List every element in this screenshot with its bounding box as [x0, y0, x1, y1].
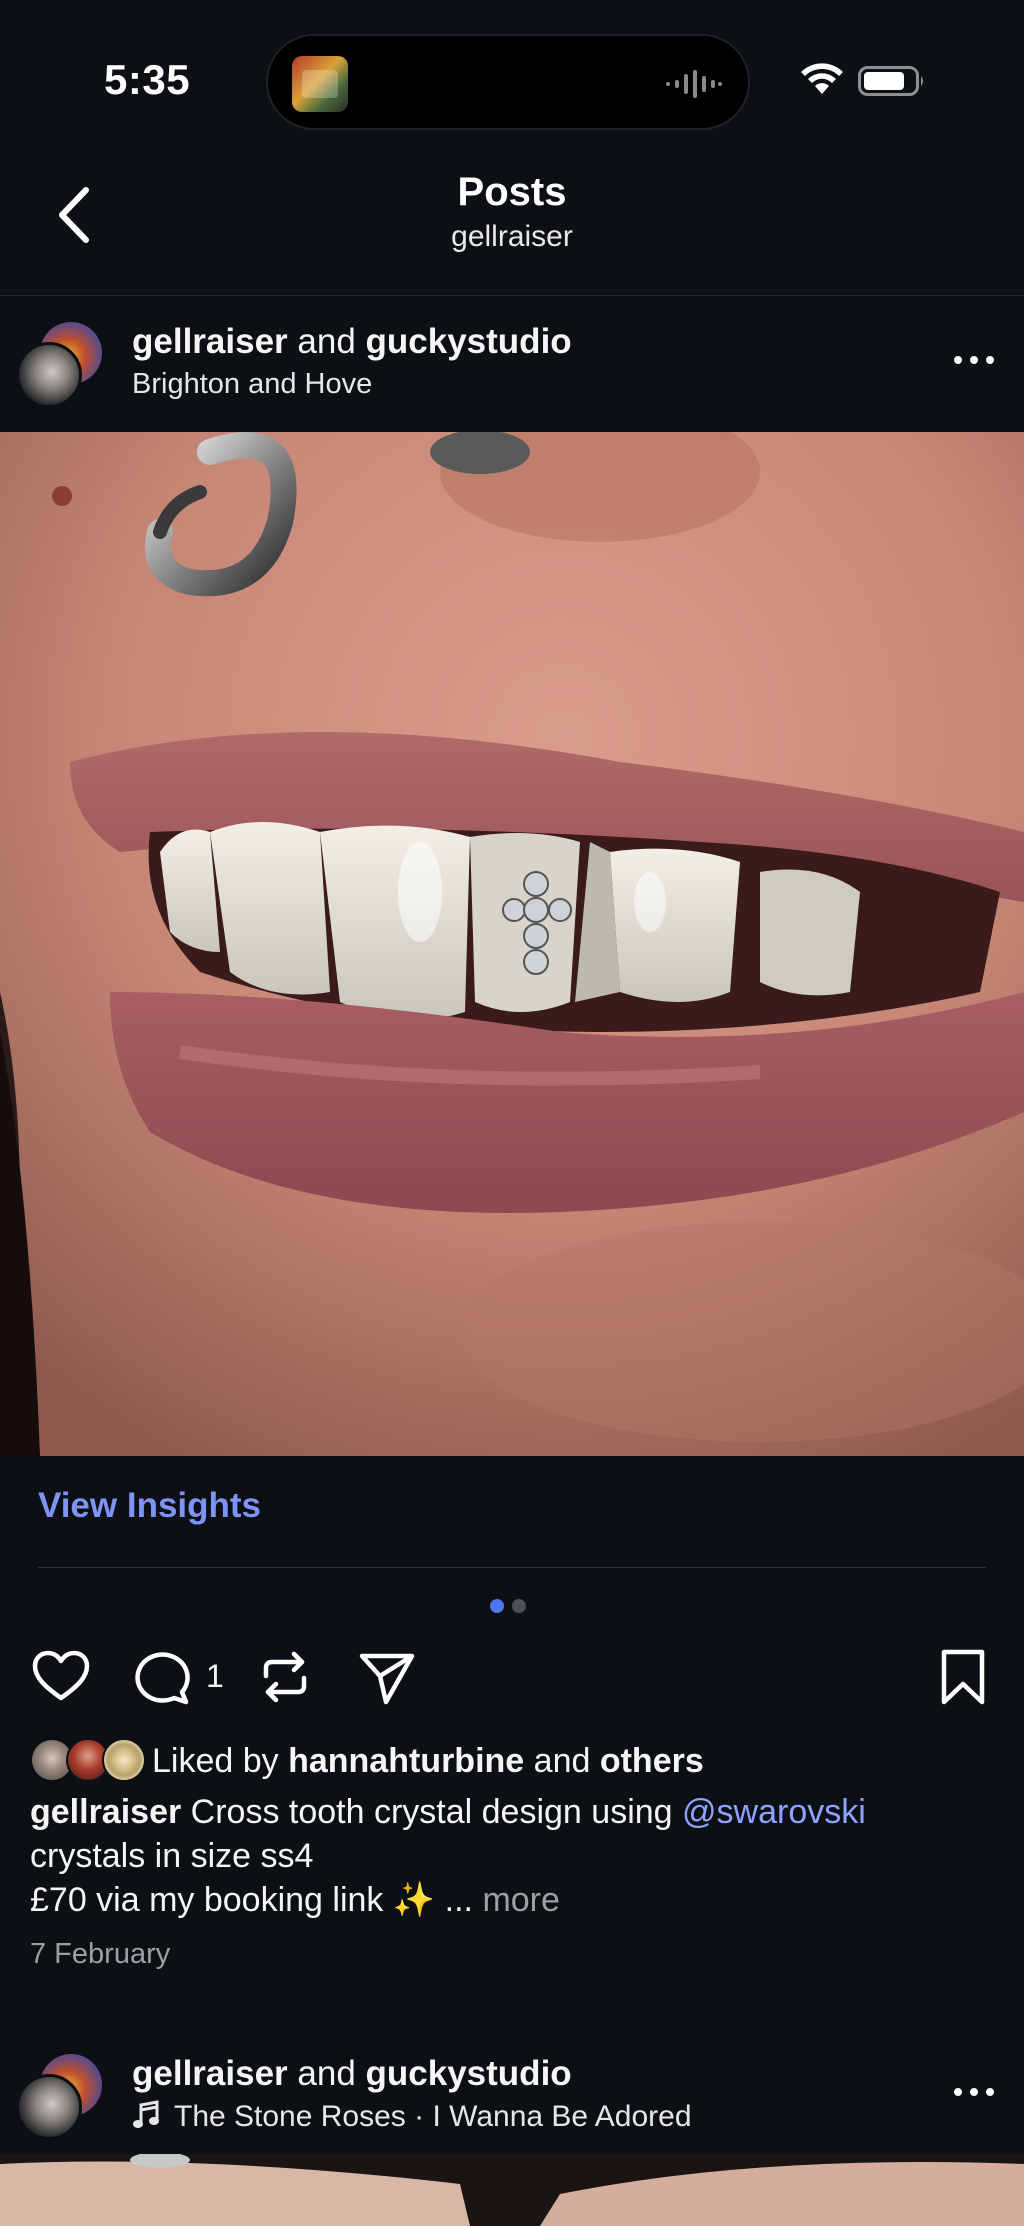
avatar-stack[interactable]	[16, 2054, 106, 2144]
author-username[interactable]: gellraiser	[132, 2054, 288, 2093]
post-authors: gellraiser and guckystudio	[132, 2054, 572, 2094]
dynamic-island[interactable]	[266, 34, 750, 130]
liked-by-row[interactable]: Liked by hannahturbine and others	[30, 1736, 1010, 1786]
post-caption: gellraiser Cross tooth crystal design us…	[30, 1790, 1000, 1922]
author-connector: and	[297, 2054, 356, 2093]
song-title: The Stone Roses · I Wanna Be Adored	[174, 2100, 692, 2133]
collaborator-username[interactable]: guckystudio	[366, 2054, 572, 2093]
music-artwork-icon	[292, 56, 348, 112]
liked-by-connector: and	[533, 1742, 591, 1780]
caption-more-link[interactable]: more	[482, 1881, 559, 1919]
divider	[38, 1567, 986, 1568]
post-date: 7 February	[30, 1938, 171, 1970]
author-avatar[interactable]	[16, 342, 82, 408]
audio-wave-icon	[666, 70, 722, 98]
status-bar: 5:35	[0, 0, 1024, 150]
post-photo	[0, 432, 1024, 1456]
post-location[interactable]: Brighton and Hove	[132, 368, 372, 401]
caption-text: Cross tooth crystal design using	[190, 1793, 673, 1831]
page-title: Posts	[457, 170, 567, 214]
post-authors: gellraiser and guckystudio	[132, 322, 572, 362]
caption-line-3: £70 via my booking link ✨ ...	[30, 1881, 473, 1919]
ellipsis-icon[interactable]	[950, 340, 998, 380]
wifi-icon	[801, 63, 843, 94]
comment-icon[interactable]	[130, 1646, 192, 1708]
liked-by-text: Liked by hannahturbine and others	[152, 1742, 704, 1781]
liked-by-prefix: Liked by	[152, 1742, 279, 1780]
next-post-photo	[0, 2154, 1024, 2226]
liked-by-user[interactable]: hannahturbine	[288, 1742, 524, 1780]
author-connector: and	[297, 322, 356, 361]
carousel-dot	[490, 1599, 504, 1613]
status-time: 5:35	[104, 56, 191, 103]
author-avatar[interactable]	[16, 2074, 82, 2140]
bookmark-icon[interactable]	[932, 1646, 994, 1708]
collaborator-username[interactable]: guckystudio	[366, 322, 572, 361]
ellipsis-icon[interactable]	[950, 2072, 998, 2112]
next-post-image[interactable]	[0, 2154, 1024, 2226]
post-header: gellraiser and guckystudio Brighton and …	[0, 296, 1024, 432]
send-icon[interactable]	[356, 1646, 418, 1708]
avatar-stack[interactable]	[16, 322, 106, 412]
author-username[interactable]: gellraiser	[132, 322, 288, 361]
post-action-bar: 1	[0, 1642, 1024, 1712]
nav-header: Posts gellraiser	[0, 150, 1024, 296]
music-note-icon	[133, 2100, 159, 2128]
repost-icon[interactable]	[254, 1646, 316, 1708]
liker-avatar	[102, 1738, 146, 1782]
battery-icon	[858, 66, 923, 96]
post-image[interactable]	[0, 432, 1024, 1456]
liked-by-others[interactable]: others	[600, 1742, 704, 1780]
caption-line-2: crystals in size ss4	[30, 1837, 314, 1875]
caption-author[interactable]: gellraiser	[30, 1793, 181, 1831]
heart-icon[interactable]	[30, 1646, 92, 1708]
next-post-header: gellraiser and guckystudio The Stone Ros…	[0, 2028, 1024, 2164]
carousel-indicator	[490, 1599, 526, 1615]
song-attribution[interactable]: The Stone Roses · I Wanna Be Adored	[132, 2100, 692, 2134]
comment-count: 1	[206, 1658, 224, 1694]
carousel-dot	[512, 1599, 526, 1613]
caption-mention[interactable]: @swarovski	[682, 1793, 866, 1831]
view-insights-link[interactable]: View Insights	[38, 1486, 261, 1526]
page-subtitle: gellraiser	[451, 220, 573, 253]
